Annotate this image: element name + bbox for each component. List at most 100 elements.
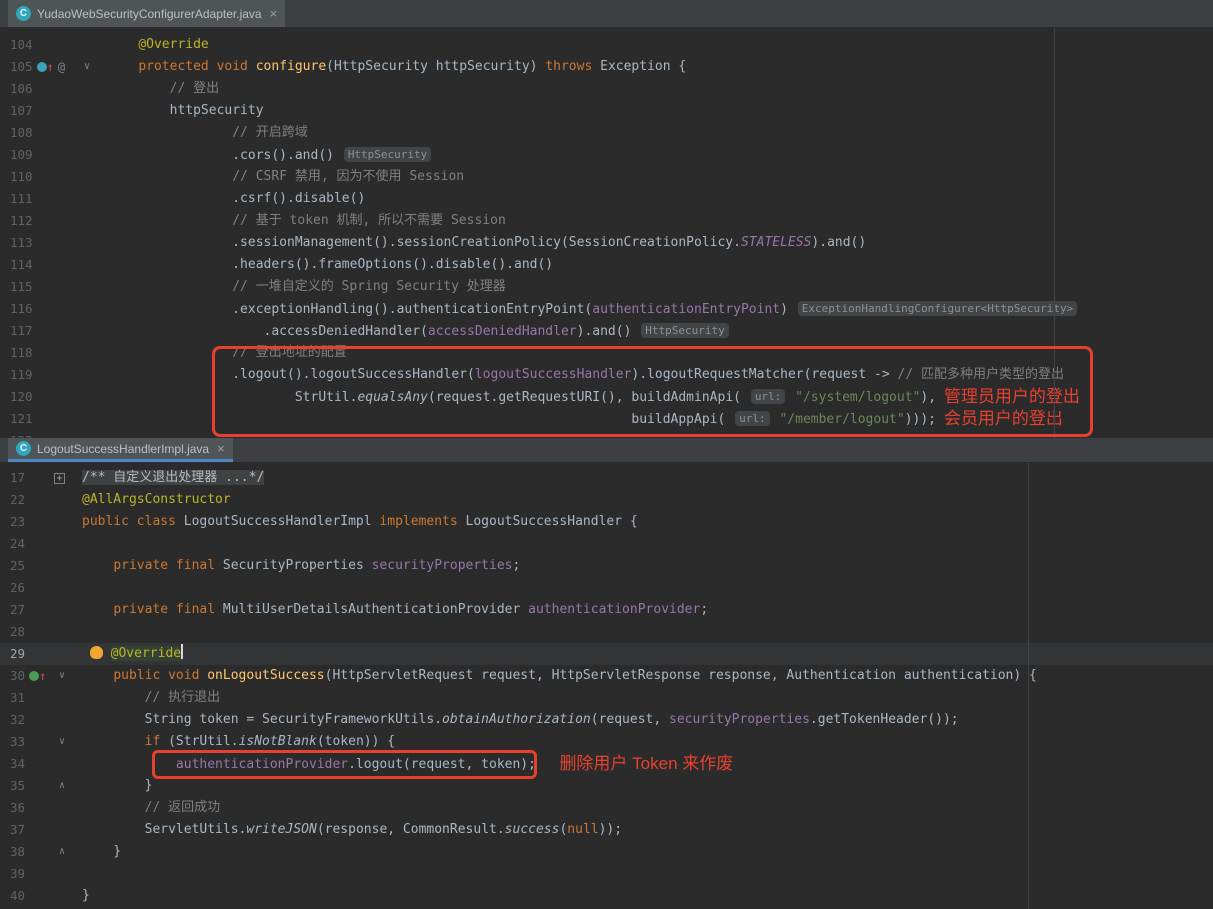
code-line[interactable]: 37 ServletUtils.writeJSON(response, Comm… [0, 819, 1213, 841]
code-token: String token = SecurityFrameworkUtils. [82, 712, 442, 727]
code-line[interactable]: 120 StrUtil.equalsAny(request.getRequest… [0, 386, 1213, 408]
code-token: public void [113, 668, 207, 683]
code-token: (response, CommonResult. [317, 822, 505, 837]
fold-down-icon[interactable]: ∨ [59, 665, 65, 687]
code-line[interactable]: 17+/** 自定义退出处理器 ...*/ [0, 467, 1213, 489]
code-text [70, 863, 82, 885]
code-line[interactable]: 112 // 基于 token 机制, 所以不需要 Session [0, 210, 1213, 232]
code-line[interactable]: 36 // 返回成功 [0, 797, 1213, 819]
code-line[interactable]: 119 .logout().logoutSuccessHandler(logou… [0, 364, 1213, 386]
code-token: accessDeniedHandler [428, 324, 577, 339]
code-line[interactable]: 24 [0, 533, 1213, 555]
gutter: 113 [0, 232, 95, 254]
code-line[interactable]: 25 private final SecurityProperties secu… [0, 555, 1213, 577]
code-token: } [82, 778, 152, 793]
code-token: .exceptionHandling().authenticationEntry… [107, 302, 592, 317]
code-line[interactable]: 32 String token = SecurityFrameworkUtils… [0, 709, 1213, 731]
code-line[interactable]: 115 // 一堆自定义的 Spring Security 处理器 [0, 276, 1213, 298]
code-line[interactable]: 114 .headers().frameOptions().disable().… [0, 254, 1213, 276]
code-line[interactable]: 106 // 登出 [0, 78, 1213, 100]
line-number: 22 [10, 489, 25, 511]
code-token: securityProperties [669, 712, 810, 727]
line-number: 119 [10, 364, 33, 386]
line-number: 111 [10, 188, 33, 210]
close-icon[interactable]: × [217, 441, 225, 456]
editor-pane-top[interactable]: 104 @Override105↑@∨ protected void confi… [0, 28, 1213, 438]
code-text: // 登出地址的配置 [95, 342, 347, 364]
code-token [82, 558, 113, 573]
inline-hint: url: [751, 389, 786, 404]
inline-hint: url: [735, 411, 770, 426]
code-token: ))); [905, 412, 944, 427]
code-line[interactable]: 28 [0, 621, 1213, 643]
gutter: 116 [0, 298, 95, 320]
code-line[interactable]: 117 .accessDeniedHandler(accessDeniedHan… [0, 320, 1213, 342]
code-token [536, 757, 559, 772]
code-token: httpSecurity [107, 103, 264, 118]
code-line[interactable]: 31 // 执行退出 [0, 687, 1213, 709]
code-text: .cors().and() HttpSecurity [95, 144, 433, 166]
code-text: } [70, 841, 121, 863]
code-text: // 返回成功 [70, 797, 220, 819]
code-line[interactable]: 107 httpSecurity [0, 100, 1213, 122]
code-line[interactable]: 113 .sessionManagement().sessionCreation… [0, 232, 1213, 254]
code-line[interactable]: 35 ∧ } [0, 775, 1213, 797]
code-line[interactable]: 33∨ if (StrUtil.isNotBlank(token)) { [0, 731, 1213, 753]
code-token: isNotBlank [239, 734, 317, 749]
code-token: writeJSON [246, 822, 316, 837]
code-line[interactable]: 39 [0, 863, 1213, 885]
code-line[interactable]: 122 [0, 430, 1213, 438]
close-icon[interactable]: × [270, 6, 278, 21]
code-token: .cors().and() [107, 148, 342, 163]
fold-up-icon[interactable]: ∧ [59, 775, 65, 797]
code-text: authenticationProvider.logout(request, t… [70, 753, 733, 775]
code-line[interactable]: 26 [0, 577, 1213, 599]
code-line[interactable]: 38∧ } [0, 841, 1213, 863]
editor-pane-bottom[interactable]: 17+/** 自定义退出处理器 ...*/22 @AllArgsConstruct… [0, 463, 1213, 909]
code-token: (token)) { [317, 734, 395, 749]
code-token [107, 279, 232, 294]
code-line[interactable]: 121 buildAppApi( url: "/member/logout"))… [0, 408, 1213, 430]
line-number: 34 [10, 753, 25, 775]
code-line[interactable]: 23public class LogoutSuccessHandlerImpl … [0, 511, 1213, 533]
fold-down-icon[interactable]: ∨ [84, 56, 90, 78]
gutter: 29 [0, 643, 70, 665]
fold-up-icon[interactable]: ∧ [59, 841, 65, 863]
code-line[interactable]: 30↑∨ public void onLogoutSuccess(HttpSer… [0, 665, 1213, 687]
code-line[interactable]: 104 @Override [0, 34, 1213, 56]
line-number: 114 [10, 254, 33, 276]
inline-hint: HttpSecurity [344, 147, 431, 162]
code-text: // 基于 token 机制, 所以不需要 Session [95, 210, 506, 232]
code-line[interactable]: 109 .cors().and() HttpSecurity [0, 144, 1213, 166]
line-number: 105 [10, 56, 33, 78]
code-line[interactable]: 29 @Override [0, 643, 1213, 665]
code-token: protected void [138, 59, 255, 74]
code-line[interactable]: 34 authenticationProvider.logout(request… [0, 753, 1213, 775]
fold-plus-icon[interactable]: + [54, 473, 65, 484]
code-token [82, 690, 145, 705]
code-line[interactable]: 105↑@∨ protected void configure(HttpSecu… [0, 56, 1213, 78]
code-line[interactable]: 111 .csrf().disable() [0, 188, 1213, 210]
code-text: @AllArgsConstructor [70, 489, 231, 511]
tab-logout-success-handler-impl[interactable]: C LogoutSuccessHandlerImpl.java × [8, 438, 233, 462]
tab-yudao-web-security-configurer-adapter[interactable]: C YudaoWebSecurityConfigurerAdapter.java… [8, 0, 285, 27]
code-line[interactable]: 118 // 登出地址的配置 [0, 342, 1213, 364]
code-line[interactable]: 108 // 开启跨域 [0, 122, 1213, 144]
code-token: success [505, 822, 560, 837]
code-text: .accessDeniedHandler(accessDeniedHandler… [95, 320, 731, 342]
code-token: LogoutSuccessHandlerImpl [184, 514, 380, 529]
code-token: StrUtil. [107, 390, 357, 405]
code-token: ServletUtils. [82, 822, 246, 837]
code-line[interactable]: 22 @AllArgsConstructor [0, 489, 1213, 511]
line-number: 35 [10, 775, 25, 797]
gutter: 27 [0, 599, 70, 621]
code-line[interactable]: 110 // CSRF 禁用, 因为不使用 Session [0, 166, 1213, 188]
code-token: onLogoutSuccess [207, 668, 324, 683]
code-line[interactable]: 27 private final MultiUserDetailsAuthent… [0, 599, 1213, 621]
code-line[interactable]: 116 .exceptionHandling().authenticationE… [0, 298, 1213, 320]
code-token: .csrf().disable() [107, 191, 365, 206]
line-number: 32 [10, 709, 25, 731]
fold-down-icon[interactable]: ∨ [59, 731, 65, 753]
code-line[interactable]: 40} [0, 885, 1213, 907]
gutter: 33∨ [0, 731, 70, 753]
